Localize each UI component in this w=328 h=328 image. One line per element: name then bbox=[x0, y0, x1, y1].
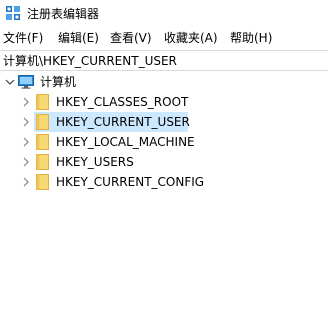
tree-item-label: HKEY_LOCAL_MACHINE bbox=[56, 135, 195, 149]
chevron-right-icon[interactable] bbox=[20, 136, 32, 148]
address-path[interactable]: 计算机\HKEY_CURRENT_USER bbox=[3, 53, 177, 69]
tree-item-hkey-local-machine[interactable]: HKEY_LOCAL_MACHINE bbox=[0, 132, 328, 152]
chevron-down-icon[interactable] bbox=[4, 76, 16, 88]
chevron-right-icon[interactable] bbox=[20, 156, 32, 168]
menu-file[interactable]: 文件(F) bbox=[3, 30, 43, 46]
address-bar[interactable]: 计算机\HKEY_CURRENT_USER bbox=[0, 50, 328, 71]
title-bar[interactable]: 注册表编辑器 bbox=[0, 0, 328, 28]
folder-icon bbox=[36, 134, 49, 150]
registry-tree[interactable]: 计算机 HKEY_CLASSES_ROOT HKEY_CURRENT_USER bbox=[0, 72, 328, 328]
regedit-icon bbox=[6, 6, 20, 20]
tree-item-hkey-current-user[interactable]: HKEY_CURRENT_USER bbox=[0, 112, 328, 132]
tree-root-label: 计算机 bbox=[40, 75, 77, 89]
computer-icon bbox=[18, 75, 34, 89]
menu-edit[interactable]: 编辑(E) bbox=[58, 30, 99, 46]
menu-bar: 文件(F) 编辑(E) 查看(V) 收藏夹(A) 帮助(H) bbox=[0, 28, 328, 48]
folder-icon bbox=[36, 154, 49, 170]
tree-item-label: HKEY_CLASSES_ROOT bbox=[56, 95, 189, 109]
tree-root-computer[interactable]: 计算机 bbox=[0, 72, 328, 92]
window-title: 注册表编辑器 bbox=[27, 7, 100, 21]
menu-favorites[interactable]: 收藏夹(A) bbox=[164, 30, 218, 46]
menu-help[interactable]: 帮助(H) bbox=[230, 30, 272, 46]
tree-item-label: HKEY_USERS bbox=[56, 155, 134, 169]
tree-item-hkey-current-config[interactable]: HKEY_CURRENT_CONFIG bbox=[0, 172, 328, 192]
tree-item-hkey-classes-root[interactable]: HKEY_CLASSES_ROOT bbox=[0, 92, 328, 112]
folder-icon bbox=[36, 94, 49, 110]
tree-item-label: HKEY_CURRENT_CONFIG bbox=[56, 175, 205, 189]
folder-icon bbox=[36, 174, 49, 190]
folder-open-icon bbox=[36, 114, 49, 130]
chevron-right-icon[interactable] bbox=[20, 96, 32, 108]
tree-item-hkey-users[interactable]: HKEY_USERS bbox=[0, 152, 328, 172]
chevron-right-icon[interactable] bbox=[20, 116, 32, 128]
chevron-right-icon[interactable] bbox=[20, 176, 32, 188]
menu-view[interactable]: 查看(V) bbox=[110, 30, 152, 46]
tree-item-label: HKEY_CURRENT_USER bbox=[56, 115, 190, 129]
